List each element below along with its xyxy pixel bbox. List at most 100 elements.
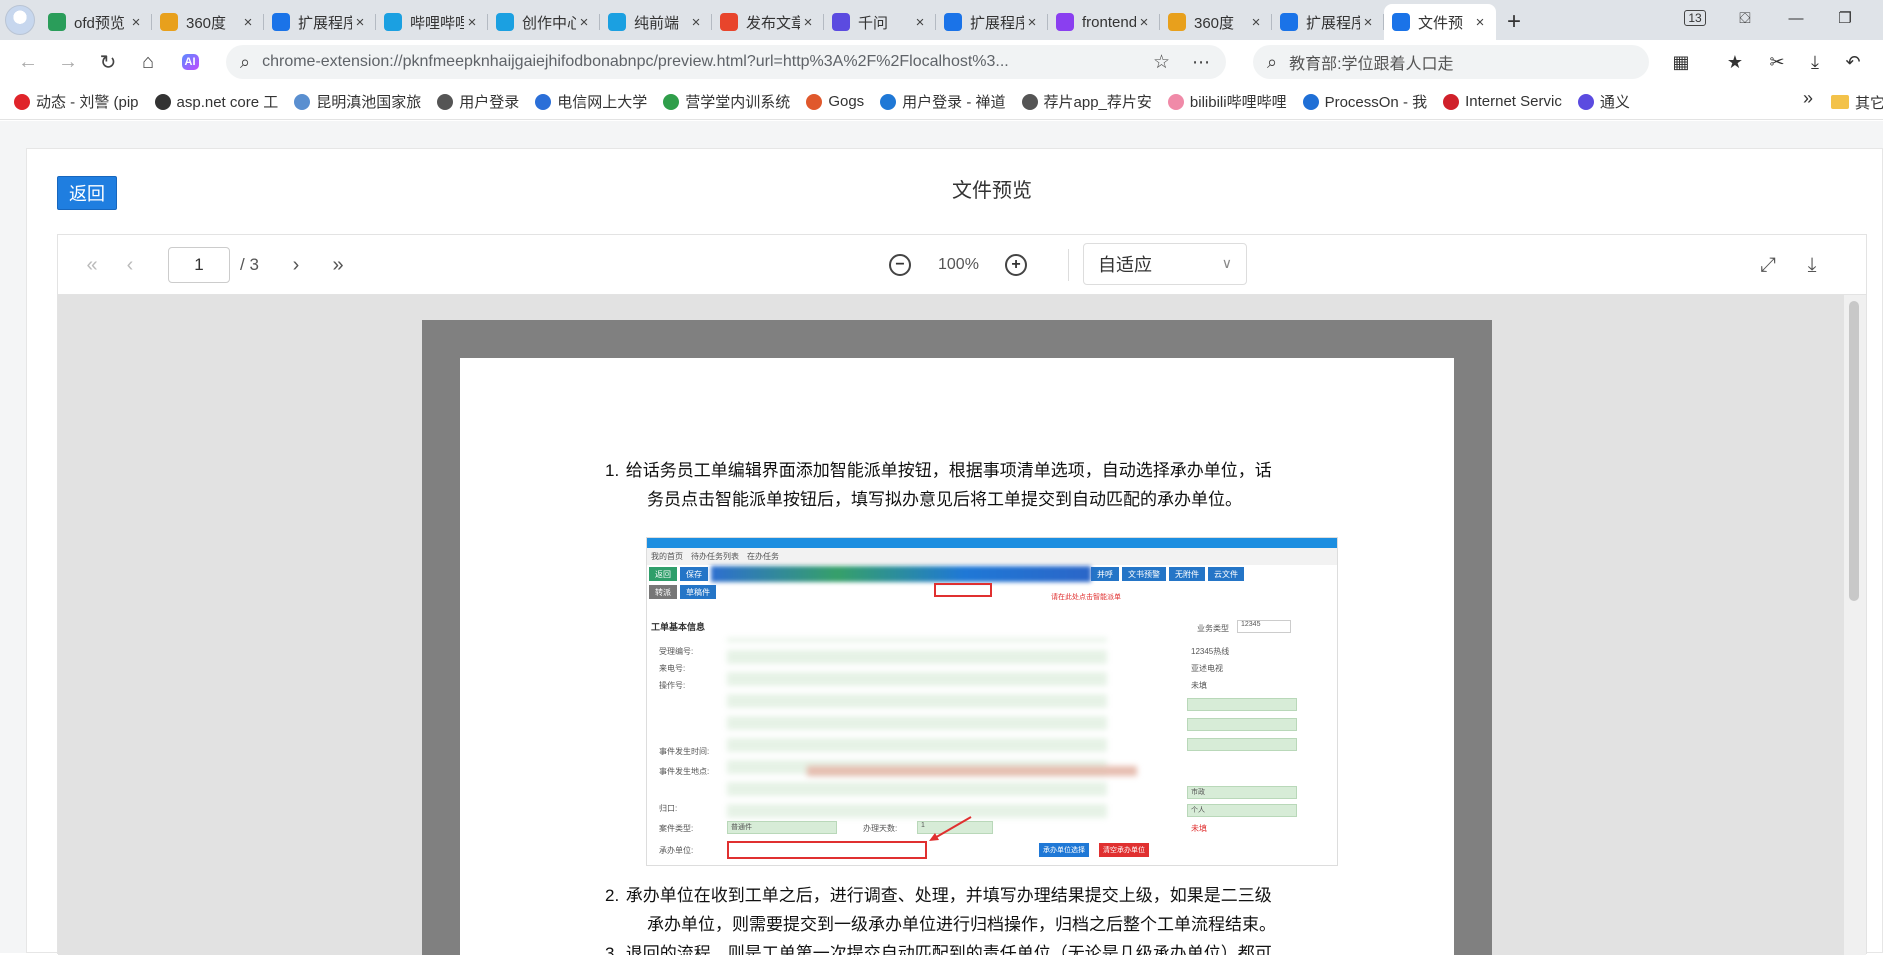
item-text-continued: 承办单位，则需要提交到一级承办单位进行归档操作，归档之后整个工单流程结束。 (647, 915, 1276, 934)
bookmark-label: 荐片app_荐片安 (1043, 94, 1152, 111)
close-icon[interactable]: × (1248, 14, 1264, 31)
zoom-out-button[interactable]: − (886, 249, 914, 281)
bookmarks-overflow-icon[interactable]: » (1803, 88, 1813, 109)
tab[interactable]: 扩展程序 × (1272, 4, 1384, 40)
tab[interactable]: 360度 × (1160, 4, 1272, 40)
tab-label: 千问 (858, 14, 889, 32)
first-page-icon[interactable]: « (80, 249, 104, 281)
globe-icon (1021, 93, 1038, 110)
new-tab-button[interactable]: + (1496, 4, 1532, 40)
search-icon: ⌕ (240, 51, 251, 72)
bookmark-item[interactable]: ProcessOn - 我 (1302, 91, 1427, 112)
close-icon[interactable]: × (1136, 14, 1152, 31)
bookmark-label: 用户登录 (459, 94, 520, 111)
page-number-input[interactable]: 1 (168, 247, 230, 283)
close-icon[interactable]: × (1472, 14, 1488, 31)
bookmark-item[interactable]: bilibili哔哩哔哩 (1167, 91, 1287, 112)
shot-field: 普通件 (727, 821, 837, 834)
scrollbar-thumb[interactable] (1849, 301, 1859, 601)
tab[interactable]: 千问 × (824, 4, 936, 40)
restore-button[interactable]: ❐ (1825, 0, 1865, 36)
download-icon[interactable]: ⤓ (1798, 249, 1826, 281)
scissors-icon[interactable]: ✂ (1762, 44, 1792, 80)
folder-icon (1831, 95, 1849, 109)
bookmark-item[interactable]: Gogs (806, 93, 864, 110)
prev-page-icon[interactable]: ‹ (118, 249, 142, 281)
grid-icon (1168, 13, 1186, 31)
close-icon[interactable]: × (912, 14, 928, 31)
bookmark-item[interactable]: asp.net core 工 (154, 91, 278, 112)
home-icon[interactable]: ⌂ (130, 44, 166, 80)
tab[interactable]: 纯前端 × (600, 4, 712, 40)
tab[interactable]: 扩展程序 × (936, 4, 1048, 40)
download-icon[interactable]: ⤓ (1800, 44, 1830, 80)
document-page: 1. 给话务员工单编辑界面添加智能派单按钮，根据事项清单选项，自动选择承办单位，… (460, 358, 1454, 955)
shot-field: 个人 (1187, 804, 1297, 817)
zoom-level: 100% (938, 256, 979, 273)
bookmark-item[interactable]: 用户登录 - 禅道 (880, 91, 1006, 112)
bookmark-item[interactable]: 动态 - 刘警 (pip (14, 91, 139, 112)
bookmark-item[interactable]: 营学堂内训系统 (663, 91, 790, 112)
other-bookmarks-folder[interactable]: 其它收藏 (1831, 84, 1883, 120)
shot-red-note: 请在此处点击智能派单 (1051, 594, 1121, 601)
apps-grid-icon[interactable]: ▦ (1666, 44, 1696, 80)
close-icon[interactable]: × (800, 14, 816, 31)
embedded-screenshot: 我的首页 待办任务列表 在办任务 返回 保存 并呼 文书预警 无附件 云文件 转… (646, 537, 1338, 866)
close-icon[interactable]: × (576, 14, 592, 31)
shot-unit-field-highlight (727, 841, 927, 859)
shot-value: 未填 (1191, 824, 1207, 833)
shot-tab: 我的首页 (651, 552, 683, 561)
fit-mode-select[interactable]: 自适应 ∨ (1083, 243, 1247, 285)
gogs-icon (806, 93, 823, 110)
bookmark-item[interactable]: 通义 (1577, 91, 1630, 112)
bookmark-label: 用户登录 - 禅道 (902, 94, 1006, 111)
zoom-in-button[interactable]: + (1002, 249, 1030, 281)
tab[interactable]: 发布文章 × (712, 4, 824, 40)
close-icon[interactable]: × (128, 14, 144, 31)
shot-label: 案件类型: (659, 824, 694, 833)
search-box[interactable]: ⌕ 教育部:学位跟着人口走 (1253, 45, 1649, 79)
tab[interactable]: 扩展程序 × (264, 4, 376, 40)
address-bar[interactable]: ⌕ chrome-extension://pknfmeepknhaijgaiej… (226, 45, 1226, 79)
tab-label: 360度 (186, 14, 227, 32)
last-page-icon[interactable]: » (326, 249, 350, 281)
tab-active[interactable]: 文件预 × (1384, 4, 1496, 40)
close-icon[interactable]: × (464, 14, 480, 31)
blurred-region (711, 566, 1091, 582)
shot-label: 业务类型 (1197, 624, 1229, 633)
close-icon[interactable]: × (352, 14, 368, 31)
bookmark-item[interactable]: 电信网上大学 (535, 91, 647, 112)
close-icon[interactable]: × (688, 14, 704, 31)
profile-avatar[interactable] (0, 0, 40, 40)
favorites-icon[interactable]: ★ (1720, 44, 1750, 80)
item-number: 1. (605, 461, 620, 480)
tab[interactable]: frontend × (1048, 4, 1160, 40)
undo-icon[interactable]: ↶ (1838, 44, 1868, 80)
more-dots-icon[interactable]: ⋯ (1192, 52, 1210, 73)
bookmark-item[interactable]: 荐片app_荐片安 (1021, 91, 1152, 112)
close-icon[interactable]: × (1024, 14, 1040, 31)
bookmark-star-icon[interactable]: ☆ (1153, 51, 1170, 74)
ai-icon[interactable]: AI (172, 44, 208, 80)
tab[interactable]: 创作中心 × (488, 4, 600, 40)
bookmark-item[interactable]: 昆明滇池国家旅 (294, 91, 421, 112)
fullscreen-icon[interactable]: ⤢ (1754, 249, 1782, 281)
close-icon[interactable]: × (1360, 14, 1376, 31)
viewer-canvas[interactable]: 1. 给话务员工单编辑界面添加智能派单按钮，根据事项清单选项，自动选择承办单位，… (58, 295, 1844, 955)
collections-icon[interactable]: ⛋ (1728, 0, 1762, 36)
tab-count-button[interactable]: 13 (1675, 0, 1715, 36)
minimize-button[interactable]: — (1776, 0, 1816, 36)
red-arrow-icon (929, 816, 972, 841)
reload-icon[interactable]: ↻ (90, 44, 126, 80)
tab[interactable]: 哔哩哔哩 × (376, 4, 488, 40)
back-arrow-icon[interactable]: ← (10, 44, 46, 80)
forward-arrow-icon[interactable]: → (50, 44, 86, 80)
bookmark-item[interactable]: Internet Servic (1443, 93, 1562, 110)
viewer-scrollbar[interactable] (1844, 295, 1866, 955)
viewer-toolbar: « ‹ 1 / 3 › » − 100% + 自适应 ∨ ⤢ ⤓ (58, 235, 1866, 295)
next-page-icon[interactable]: › (284, 249, 308, 281)
close-icon[interactable]: × (240, 14, 256, 31)
tab[interactable]: ofd预览 × (40, 4, 152, 40)
bookmark-item[interactable]: 用户登录 (437, 91, 519, 112)
tab[interactable]: 360度 × (152, 4, 264, 40)
